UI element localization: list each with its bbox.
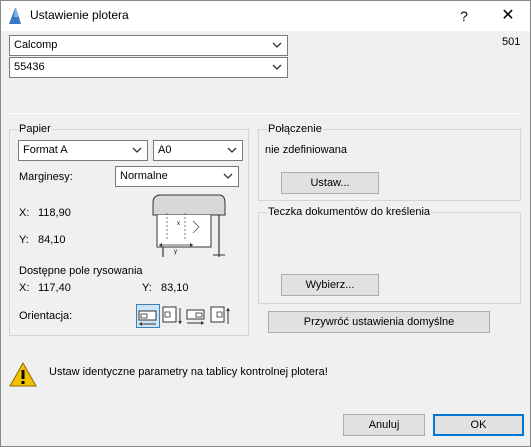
area-y-label: Y: <box>142 282 152 294</box>
paper-format-select[interactable]: Format A <box>18 140 148 161</box>
chevron-down-icon <box>132 147 142 153</box>
connection-group-title: Połączenie <box>267 123 323 135</box>
margins-select[interactable]: Normalne <box>115 166 239 187</box>
landscape-icon <box>186 309 205 325</box>
paper-size-value: A0 <box>158 144 172 156</box>
chevron-down-icon <box>227 147 237 153</box>
paper-group-title: Papier <box>18 123 52 135</box>
warning-icon <box>9 362 37 387</box>
paper-format-value: Format A <box>23 144 68 156</box>
area-x-value: 117,40 <box>38 282 71 294</box>
area-y-value: 83,10 <box>161 282 189 294</box>
cancel-button[interactable]: Anuluj <box>343 414 425 436</box>
chevron-down-icon <box>272 42 282 48</box>
plot-folder-group-title: Teczka dokumentów do kreślenia <box>267 206 432 218</box>
plotter-model-select[interactable]: Calcomp <box>9 35 288 56</box>
plotter-number: 501 <box>502 36 521 48</box>
paper-y-label: Y: <box>19 234 29 246</box>
help-button[interactable]: ? <box>449 5 479 27</box>
area-x-label: X: <box>19 282 30 294</box>
orientation-portrait-left-button[interactable] <box>161 304 185 328</box>
plotter-model-value: Calcomp <box>14 39 58 51</box>
paper-size-select[interactable]: A0 <box>153 140 243 161</box>
plotter-variant-value: 55436 <box>14 61 45 73</box>
restore-defaults-button[interactable]: Przywróć ustawienia domyślne <box>268 311 490 333</box>
ok-button[interactable]: OK <box>433 414 524 436</box>
separator <box>9 113 521 114</box>
set-connection-button[interactable]: Ustaw... <box>281 172 379 194</box>
portrait-icon <box>162 306 182 324</box>
warning-text: Ustaw identyczne parametry na tablicy ko… <box>49 366 328 378</box>
orientation-portrait-right-button[interactable] <box>209 304 233 328</box>
orientation-landscape-right-button[interactable] <box>185 304 209 328</box>
connection-status: nie zdefiniowana <box>265 144 347 156</box>
title-bar[interactable]: Ustawienie plotera ? ✕ <box>1 1 530 31</box>
landscape-icon <box>138 310 157 326</box>
drawable-area-title: Dostępne pole rysowania <box>19 265 143 277</box>
svg-text:x: x <box>177 221 180 227</box>
plotter-setup-dialog: Ustawienie plotera ? ✕ Calcomp 501 55436… <box>0 0 531 447</box>
portrait-icon <box>210 306 230 324</box>
archicad-app-icon <box>9 8 21 24</box>
choose-folder-button[interactable]: Wybierz... <box>281 274 379 296</box>
svg-text:y: y <box>174 249 177 255</box>
orientation-label: Orientacja: <box>19 310 73 322</box>
paper-x-label: X: <box>19 207 30 219</box>
window-title: Ustawienie plotera <box>30 8 129 22</box>
margins-label: Marginesy: <box>19 171 73 183</box>
chevron-down-icon <box>223 173 233 179</box>
margins-value: Normalne <box>120 170 168 182</box>
plotter-variant-select[interactable]: 55436 <box>9 57 288 78</box>
chevron-down-icon <box>272 64 282 70</box>
paper-x-value: 118,90 <box>38 207 71 219</box>
orientation-landscape-left-button[interactable] <box>136 304 160 328</box>
paper-y-value: 84,10 <box>38 234 66 246</box>
close-button[interactable]: ✕ <box>493 5 523 27</box>
plotter-illustration: x y <box>152 194 226 257</box>
